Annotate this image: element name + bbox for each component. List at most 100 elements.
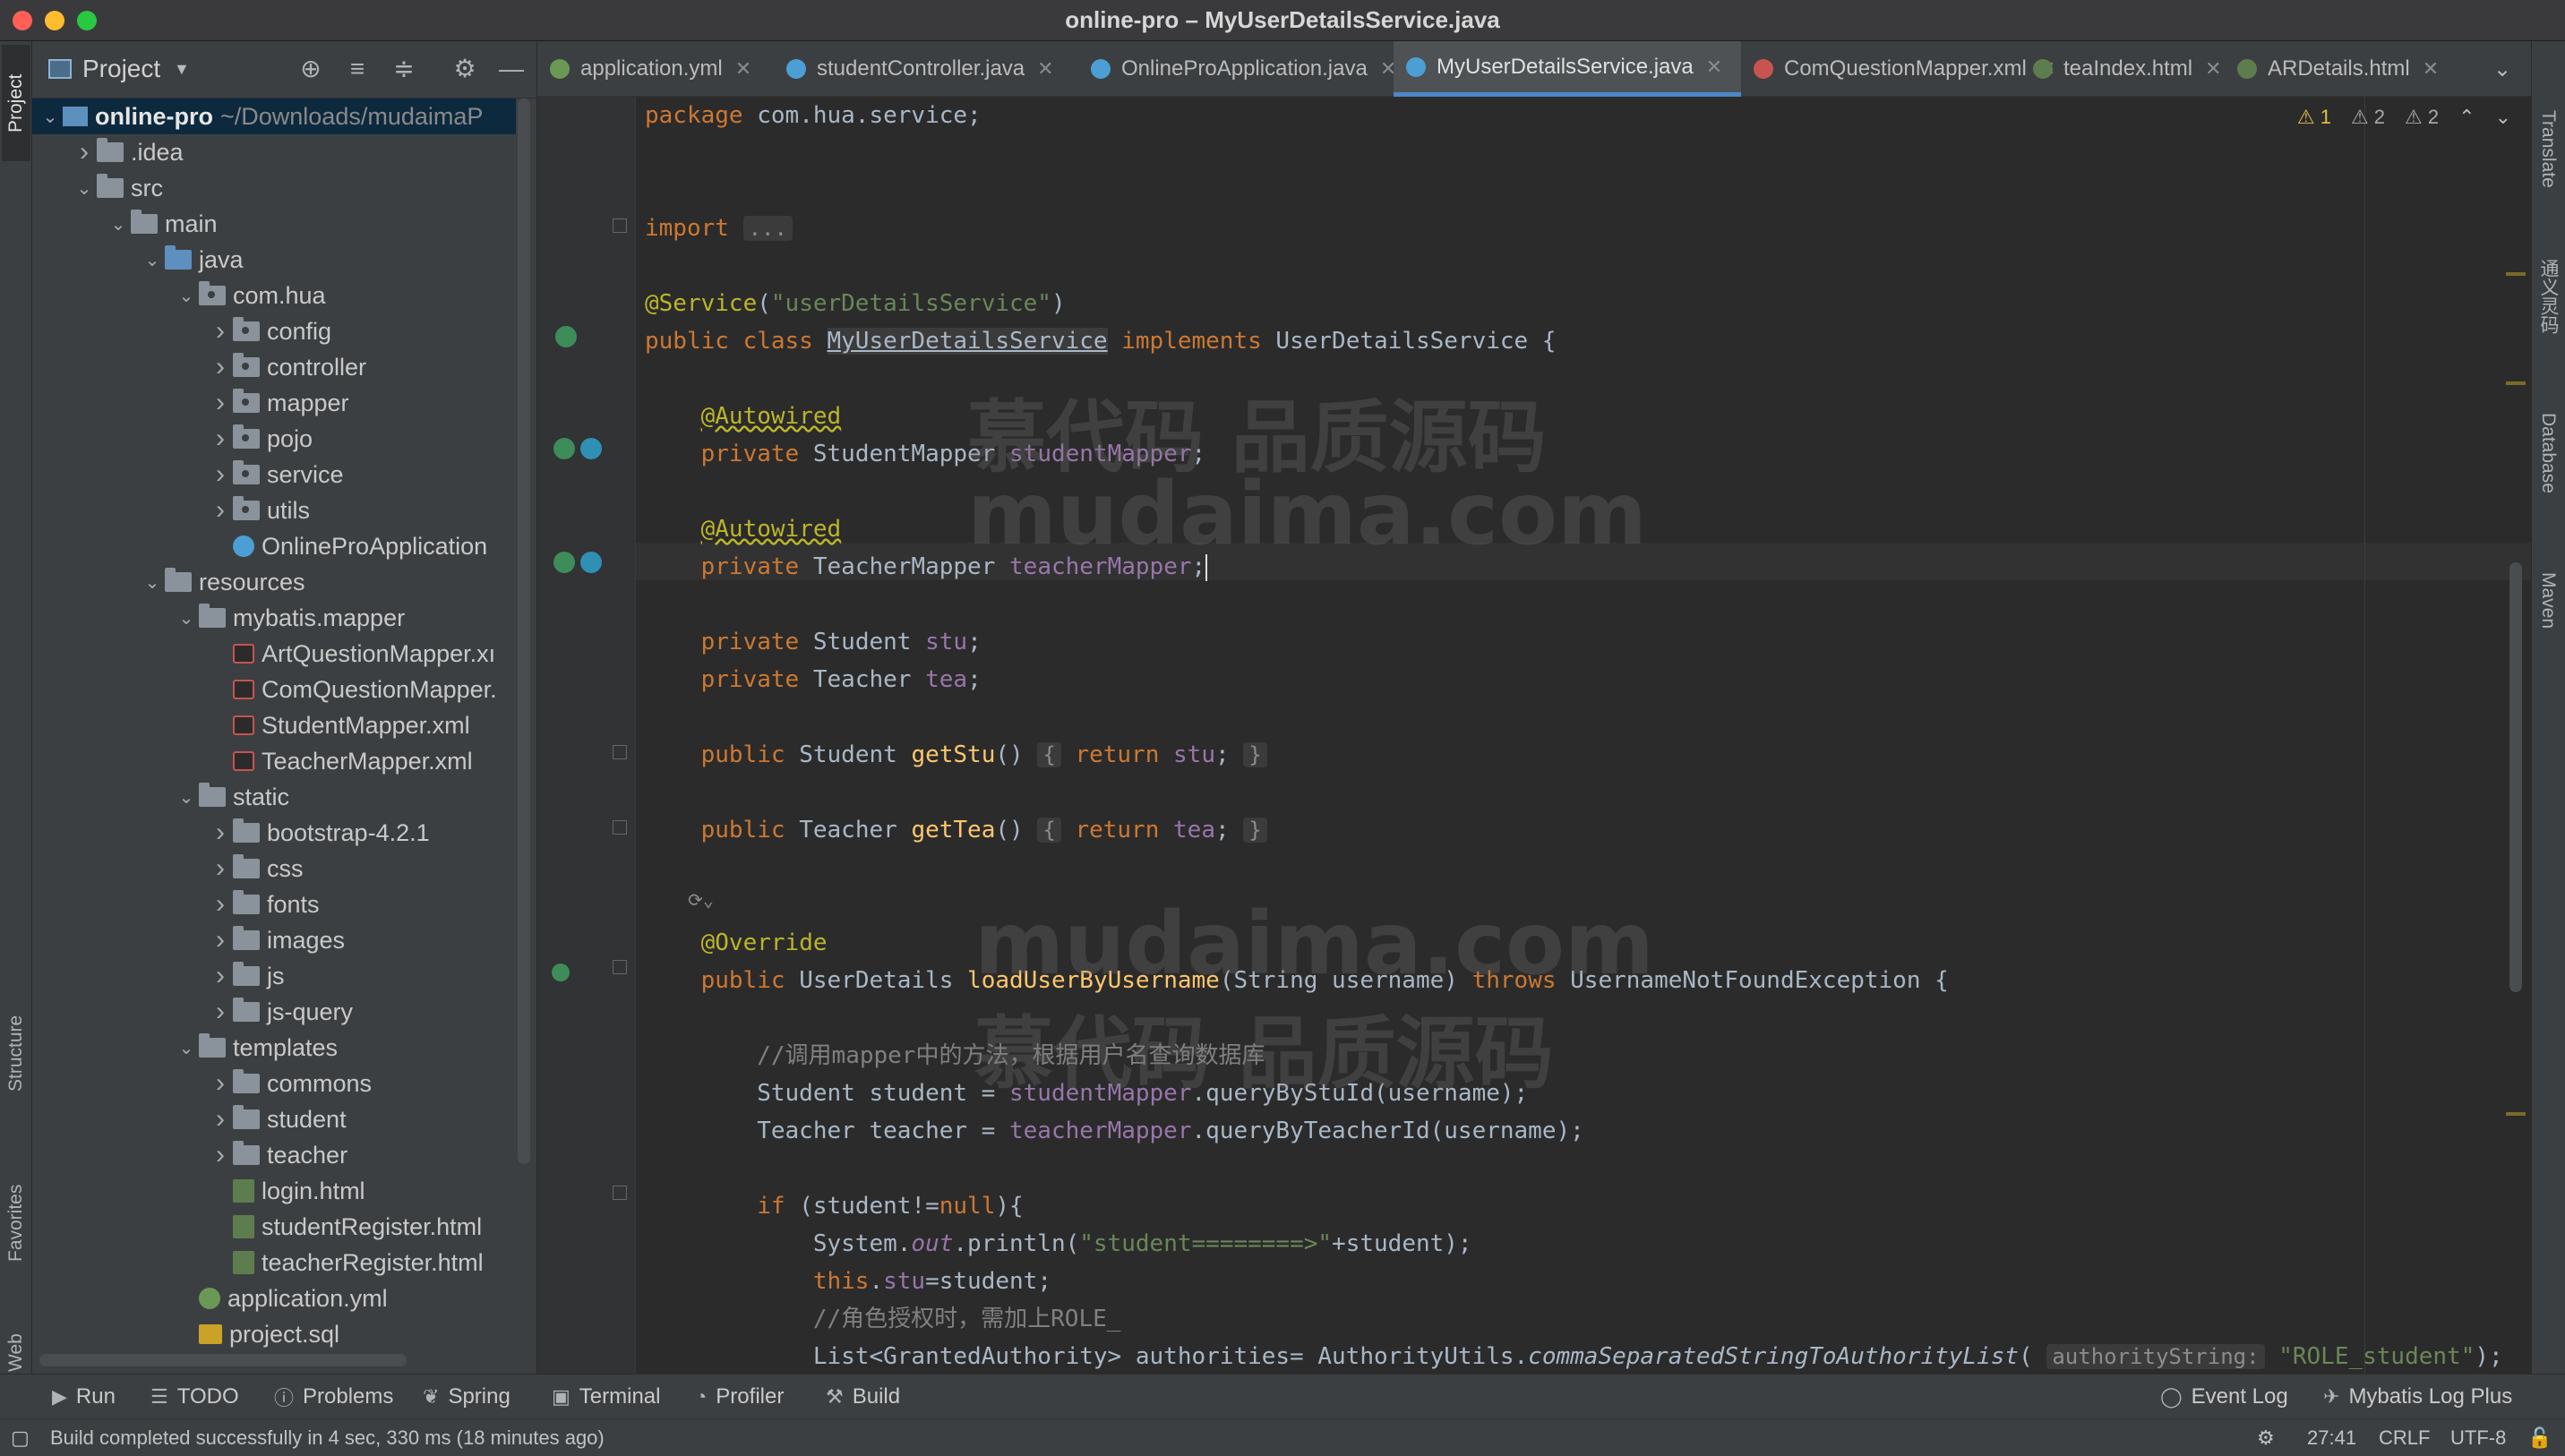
autowired-bean-icon[interactable] bbox=[553, 438, 575, 459]
chevron-down-icon[interactable]: ⌄ bbox=[174, 607, 199, 630]
close-tab-icon[interactable]: ✕ bbox=[1706, 56, 1722, 79]
hide-panel-icon[interactable]: — bbox=[496, 54, 527, 84]
chevron-right-icon[interactable]: › bbox=[208, 352, 233, 382]
chevron-right-icon[interactable]: › bbox=[208, 818, 233, 848]
fold-marker-icon[interactable] bbox=[613, 820, 627, 835]
tree-item[interactable]: › controller bbox=[32, 349, 516, 385]
tree-item[interactable]: project.sql bbox=[32, 1316, 516, 1352]
spring-bean-icon[interactable] bbox=[555, 326, 577, 347]
chevron-down-icon[interactable]: ⌄ bbox=[140, 571, 165, 594]
tree-item[interactable]: studentRegister.html bbox=[32, 1209, 516, 1245]
expand-all-icon[interactable]: ≡ bbox=[342, 54, 373, 84]
profiler-tool-button[interactable]: ◔ Profiler bbox=[695, 1375, 784, 1419]
fold-marker-icon[interactable] bbox=[613, 1186, 627, 1200]
chevron-down-icon[interactable]: ▼ bbox=[174, 60, 190, 79]
indexing-icon[interactable]: ⚙ bbox=[2257, 1426, 2275, 1450]
chevron-up-icon[interactable]: ⌃ bbox=[2458, 106, 2475, 129]
tree-item[interactable]: › js bbox=[32, 958, 516, 994]
editor-tab[interactable]: studentController.java ✕ bbox=[774, 41, 1078, 97]
autowired-bean-icon[interactable] bbox=[553, 552, 575, 573]
tree-item[interactable]: ⌄ mybatis.mapper bbox=[32, 600, 516, 636]
todo-tool-button[interactable]: ☰ TODO bbox=[150, 1375, 239, 1419]
chevron-right-icon[interactable]: › bbox=[208, 459, 233, 490]
tree-item[interactable]: › config bbox=[32, 313, 516, 349]
tree-item[interactable]: teacherRegister.html bbox=[32, 1245, 516, 1280]
structure-tool-tab[interactable]: Structure bbox=[2, 972, 30, 1134]
terminal-tool-button[interactable]: ▣ Terminal bbox=[552, 1375, 661, 1419]
editor-tab[interactable]: OnlineProApplication.java ✕ bbox=[1078, 41, 1417, 97]
status-message[interactable]: Build completed successfully in 4 sec, 3… bbox=[50, 1426, 605, 1450]
fold-marker-icon[interactable] bbox=[613, 960, 627, 974]
toggle-tool-windows-icon[interactable]: ▢ bbox=[11, 1426, 30, 1450]
scroll-marker[interactable] bbox=[2506, 272, 2526, 276]
close-tab-icon[interactable]: ✕ bbox=[1037, 57, 1053, 81]
navigate-mapper-icon[interactable] bbox=[580, 438, 602, 459]
tree-item[interactable]: ⌄ templates bbox=[32, 1030, 516, 1066]
warning-count[interactable]: ⚠ 2 bbox=[2351, 106, 2385, 129]
event-log-button[interactable]: ◯ Event Log bbox=[2160, 1375, 2288, 1419]
code-editor[interactable]: package com.hua.service; import ... @Ser… bbox=[537, 97, 2531, 1374]
chevron-right-icon[interactable]: › bbox=[208, 424, 233, 454]
chevron-right-icon[interactable]: › bbox=[208, 1068, 233, 1099]
run-tool-button[interactable]: ▶ Run bbox=[52, 1375, 116, 1419]
editor-tab[interactable]: MyUserDetailsService.java ✕ bbox=[1394, 41, 1741, 97]
collapse-all-icon[interactable]: ≑ bbox=[389, 54, 419, 84]
tree-item[interactable]: › pojo bbox=[32, 421, 516, 457]
chevron-down-icon[interactable]: ⌄ bbox=[72, 177, 97, 200]
tree-item[interactable]: ⌄ java bbox=[32, 242, 516, 278]
mybatis-log-button[interactable]: ✈ Mybatis Log Plus bbox=[2323, 1375, 2512, 1419]
lock-icon[interactable]: 🔓 bbox=[2527, 1426, 2552, 1450]
chevron-right-icon[interactable]: › bbox=[208, 997, 233, 1027]
code-text[interactable]: package com.hua.service; import ... @Ser… bbox=[645, 97, 2503, 1370]
error-count[interactable]: ⚠ 1 bbox=[2297, 106, 2331, 129]
inspection-widget[interactable]: ⚠ 1 ⚠ 2 ⚠ 2 ⌃ ⌄ bbox=[2297, 106, 2511, 129]
problems-tool-button[interactable]: ⓘ Problems bbox=[274, 1375, 393, 1419]
project-view-selector[interactable]: Project bbox=[82, 55, 160, 83]
editor-tab[interactable]: application.yml ✕ bbox=[537, 41, 774, 97]
tree-item[interactable]: ⌄ resources bbox=[32, 564, 516, 600]
tree-item[interactable]: › student bbox=[32, 1101, 516, 1137]
tree-item[interactable]: ⌄ static bbox=[32, 779, 516, 815]
weak-warning-count[interactable]: ⚠ 2 bbox=[2405, 106, 2439, 129]
chevron-right-icon[interactable]: › bbox=[208, 388, 233, 418]
scroll-marker[interactable] bbox=[2506, 381, 2526, 385]
tree-item[interactable]: ArtQuestionMapper.xı bbox=[32, 636, 516, 672]
tree-item[interactable]: › bootstrap-4.2.1 bbox=[32, 815, 516, 851]
navigate-mapper-icon[interactable] bbox=[580, 552, 602, 573]
tree-item[interactable]: application.yml bbox=[32, 1280, 516, 1316]
editor-tab[interactable]: teaIndex.html ✕ bbox=[2020, 41, 2225, 97]
editor-tab[interactable]: ComQuestionMapper.xml✕ bbox=[1741, 41, 2055, 97]
tree-item[interactable]: StudentMapper.xml bbox=[32, 707, 516, 743]
chevron-right-icon[interactable]: › bbox=[208, 889, 233, 920]
close-tab-icon[interactable]: ✕ bbox=[2423, 57, 2439, 81]
close-tab-icon[interactable]: ✕ bbox=[735, 57, 751, 81]
maven-tool-tab[interactable]: Maven bbox=[2534, 543, 2562, 659]
chevron-down-icon[interactable]: ⌄ bbox=[2481, 41, 2526, 97]
editor-vertical-scrollbar[interactable] bbox=[2509, 562, 2522, 992]
tree-item[interactable]: ComQuestionMapper. bbox=[32, 672, 516, 707]
override-marker-icon[interactable] bbox=[552, 964, 570, 981]
chevron-right-icon[interactable]: › bbox=[208, 1140, 233, 1170]
chevron-right-icon[interactable]: › bbox=[208, 1104, 233, 1135]
tongyi-tool-tab[interactable]: 通义灵码 bbox=[2534, 229, 2562, 364]
chevron-down-icon[interactable]: ⌄ bbox=[2495, 106, 2511, 129]
favorites-tool-tab[interactable]: Favorites bbox=[2, 1143, 30, 1304]
tree-item[interactable]: › mapper bbox=[32, 385, 516, 421]
tree-item[interactable]: › css bbox=[32, 851, 516, 886]
line-separator[interactable]: CRLF bbox=[2379, 1426, 2430, 1450]
project-horizontal-scrollbar[interactable] bbox=[39, 1354, 407, 1366]
editor-tab[interactable]: ARDetails.html ✕ bbox=[2225, 41, 2463, 97]
chevron-right-icon[interactable]: › bbox=[208, 316, 233, 347]
tree-item[interactable]: › .idea bbox=[32, 134, 516, 170]
tree-item[interactable]: › utils bbox=[32, 492, 516, 528]
chevron-right-icon[interactable]: › bbox=[208, 961, 233, 991]
gear-icon[interactable]: ⚙ bbox=[450, 54, 480, 84]
tree-item[interactable]: ⌄ online-pro ~/Downloads/mudaimaP bbox=[32, 98, 516, 134]
tree-item[interactable]: ⌄ com.hua bbox=[32, 278, 516, 313]
project-vertical-scrollbar[interactable] bbox=[518, 98, 530, 1164]
project-tool-tab[interactable]: Project bbox=[2, 45, 30, 161]
chevron-right-icon[interactable]: › bbox=[72, 137, 97, 167]
tree-item[interactable]: ⌄ main bbox=[32, 206, 516, 242]
chevron-down-icon[interactable]: ⌄ bbox=[38, 106, 63, 128]
tree-item[interactable]: › teacher bbox=[32, 1137, 516, 1173]
